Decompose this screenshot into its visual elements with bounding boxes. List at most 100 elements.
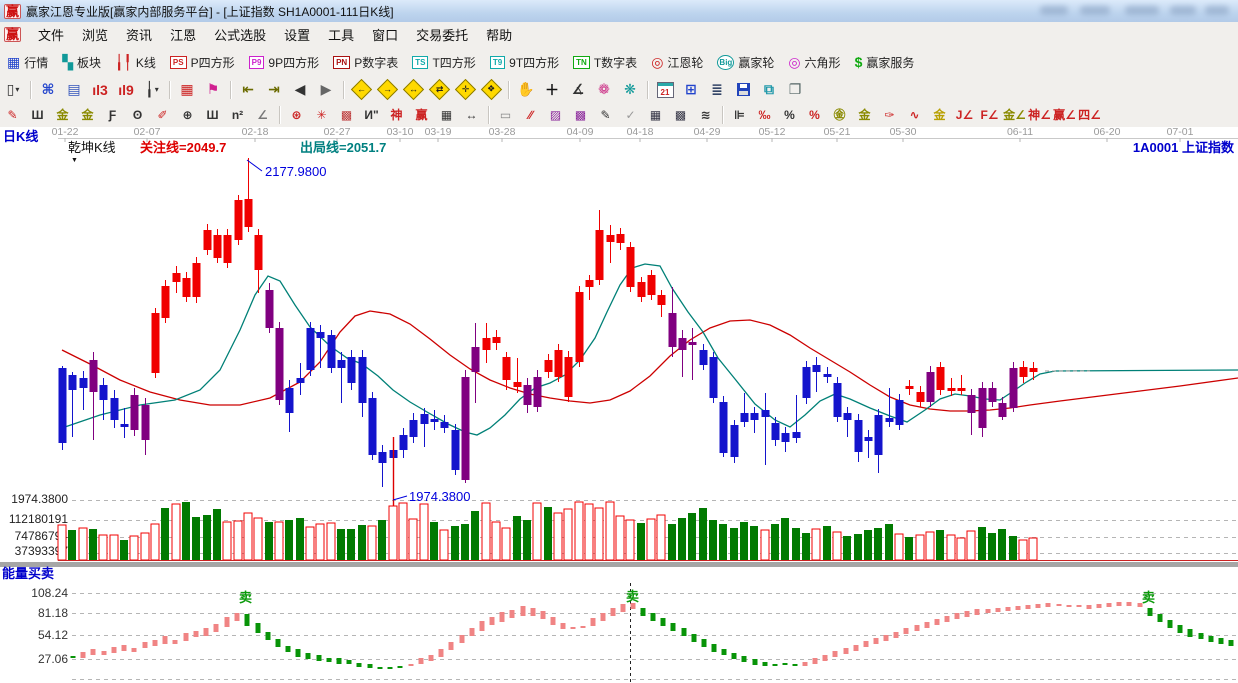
gann-wheel-button[interactable]: ◎江恩轮: [645, 51, 709, 74]
print-icon[interactable]: ❐: [783, 79, 807, 101]
first-page-icon[interactable]: ⇤: [236, 79, 260, 101]
next-page-icon[interactable]: ▶: [314, 79, 338, 101]
period-label: 日K线: [3, 130, 38, 144]
shift-right-diamond-icon[interactable]: →: [375, 79, 399, 101]
grid-box-icon[interactable]: ▦: [644, 104, 667, 125]
angle-measure-icon[interactable]: ∡: [566, 79, 590, 101]
square-web-icon[interactable]: ▩: [335, 104, 358, 125]
menu-item-6[interactable]: 设置: [275, 22, 319, 47]
menu-item-9[interactable]: 交易委托: [407, 22, 477, 47]
gold-grid-icon[interactable]: 金: [51, 104, 74, 125]
percent-icon[interactable]: %: [778, 104, 801, 125]
compass-circle-icon[interactable]: ⊛: [285, 104, 308, 125]
menu-item-4[interactable]: 江恩: [161, 22, 205, 47]
color-flag-icon[interactable]: ⚑: [201, 79, 225, 101]
winner-service-button[interactable]: $赢家服务: [849, 51, 921, 74]
gold-grid2-icon[interactable]: 金: [76, 104, 99, 125]
t-number-table-button[interactable]: TNT数字表: [567, 51, 643, 74]
menu-item-7[interactable]: 工具: [319, 22, 363, 47]
capture-icon[interactable]: ⧉: [757, 79, 781, 101]
fan-lines-icon[interactable]: ∕∕: [519, 104, 542, 125]
stock-pool-icon[interactable]: ▦: [175, 79, 199, 101]
narrow-diamond-icon[interactable]: ⇄: [427, 79, 451, 101]
gold-lines-icon[interactable]: 金: [853, 104, 876, 125]
spider-web-icon[interactable]: ✳: [310, 104, 333, 125]
prev-page-icon[interactable]: ◀: [288, 79, 312, 101]
hexagon-button[interactable]: ◎六角形: [782, 51, 846, 74]
gann-rose-icon[interactable]: ❁: [592, 79, 616, 101]
sectors-button[interactable]: ▚板块: [56, 51, 107, 74]
scale-comb-icon[interactable]: ⊫: [728, 104, 751, 125]
spiral-icon[interactable]: ʘ: [126, 104, 149, 125]
v-check-icon[interactable]: ✓: [619, 104, 642, 125]
chart-canvas[interactable]: 01-2202-0702-1802-2703-1003-1903-2804-09…: [0, 127, 1238, 683]
grid-diamond-icon[interactable]: ❖: [479, 79, 503, 101]
gold2-icon[interactable]: 金: [928, 104, 951, 125]
winner-wheel-button[interactable]: Big赢家轮: [711, 51, 780, 74]
drag-hand-icon[interactable]: ✋: [514, 79, 538, 101]
mind-icon[interactable]: ❋: [618, 79, 642, 101]
menu-item-2[interactable]: 浏览: [73, 22, 117, 47]
k-quote-icon[interactable]: И": [360, 104, 383, 125]
pen-ruler-icon[interactable]: ✐: [151, 104, 174, 125]
candle-style-dropdown[interactable]: ╽▾: [140, 79, 164, 101]
panel-separator[interactable]: [0, 562, 1238, 567]
gann-comb-icon[interactable]: Ш: [26, 104, 49, 125]
n2-icon[interactable]: n²: [226, 104, 249, 125]
calculator-icon[interactable]: ⊞: [679, 79, 703, 101]
shift-left-diamond-icon[interactable]: ←: [349, 79, 373, 101]
price-grid-icon[interactable]: ▦: [435, 104, 458, 125]
kline-style-dropdown[interactable]: ▯▾: [1, 79, 25, 101]
formula-network-icon[interactable]: ⌘: [36, 79, 60, 101]
shen-icon[interactable]: 神: [385, 104, 408, 125]
parallel-lines-icon[interactable]: ≋: [694, 104, 717, 125]
p9-square-button[interactable]: P99P四方形: [243, 51, 325, 74]
fan-rect-icon[interactable]: ▨: [544, 104, 567, 125]
f-angle-icon[interactable]: F∠: [978, 104, 1001, 125]
p-square-button[interactable]: PSP四方形: [164, 51, 241, 74]
gold-angle-icon[interactable]: 金∠: [1003, 104, 1026, 125]
p-number-table-button[interactable]: PNP数字表: [327, 51, 404, 74]
j-angle-icon[interactable]: J∠: [953, 104, 976, 125]
menu-item-10[interactable]: 帮助: [477, 22, 521, 47]
last-page-icon[interactable]: ⇥: [262, 79, 286, 101]
width-arrows-icon[interactable]: ↔: [460, 104, 483, 125]
calendar-icon[interactable]: 21: [653, 79, 677, 101]
t9-square-button[interactable]: T99T四方形: [484, 51, 565, 74]
kline-3-icon[interactable]: ıl3: [88, 79, 112, 101]
shen-angle-icon[interactable]: 神∠: [1028, 104, 1051, 125]
marker-pen-icon[interactable]: ✑: [878, 104, 901, 125]
ying-angle-icon[interactable]: 赢∠: [1053, 104, 1076, 125]
info-doc-icon[interactable]: ▤: [62, 79, 86, 101]
save-icon[interactable]: [731, 79, 755, 101]
web-rect-icon[interactable]: ▩: [569, 104, 592, 125]
draw-pen-icon[interactable]: ✎: [1, 104, 24, 125]
t-square-button[interactable]: TST四方形: [406, 51, 482, 74]
menu-item-5[interactable]: 公式选股: [205, 22, 275, 47]
percent-line-icon[interactable]: %: [803, 104, 826, 125]
market-quotes-button[interactable]: ▦行情: [1, 51, 54, 74]
trend-pen-icon[interactable]: ✎: [594, 104, 617, 125]
crosshair-icon[interactable]: ＋: [540, 79, 564, 101]
wave-box-icon[interactable]: ∿: [903, 104, 926, 125]
angle-ruler-icon[interactable]: ∠: [251, 104, 274, 125]
notes-icon[interactable]: ≣: [705, 79, 729, 101]
widen-diamond-icon[interactable]: ↔: [401, 79, 425, 101]
kline-type-dropdown[interactable]: 乾坤K线: [68, 141, 116, 155]
rect-tool-icon[interactable]: ▭: [494, 104, 517, 125]
kline-9-icon[interactable]: ıl9: [114, 79, 138, 101]
grid-arrow-icon[interactable]: ▩: [669, 104, 692, 125]
four-angle-icon[interactable]: 四∠: [1078, 104, 1101, 125]
kline-button[interactable]: ╽╿K线: [109, 51, 162, 74]
zoom-diamond-icon[interactable]: ✛: [453, 79, 477, 101]
circle-comb-icon[interactable]: ⊕: [176, 104, 199, 125]
gold-circle-icon[interactable]: ㊎: [828, 104, 851, 125]
menu-item-8[interactable]: 窗口: [363, 22, 407, 47]
percent-wave-icon[interactable]: ‰: [753, 104, 776, 125]
menu-item-1[interactable]: 文件: [29, 22, 73, 47]
comb2-icon[interactable]: Ш: [201, 104, 224, 125]
kline-type-caret-icon[interactable]: ▼: [71, 154, 78, 168]
ying-icon[interactable]: 赢: [410, 104, 433, 125]
menu-item-3[interactable]: 资讯: [117, 22, 161, 47]
f-comb-icon[interactable]: Ƒ: [101, 104, 124, 125]
